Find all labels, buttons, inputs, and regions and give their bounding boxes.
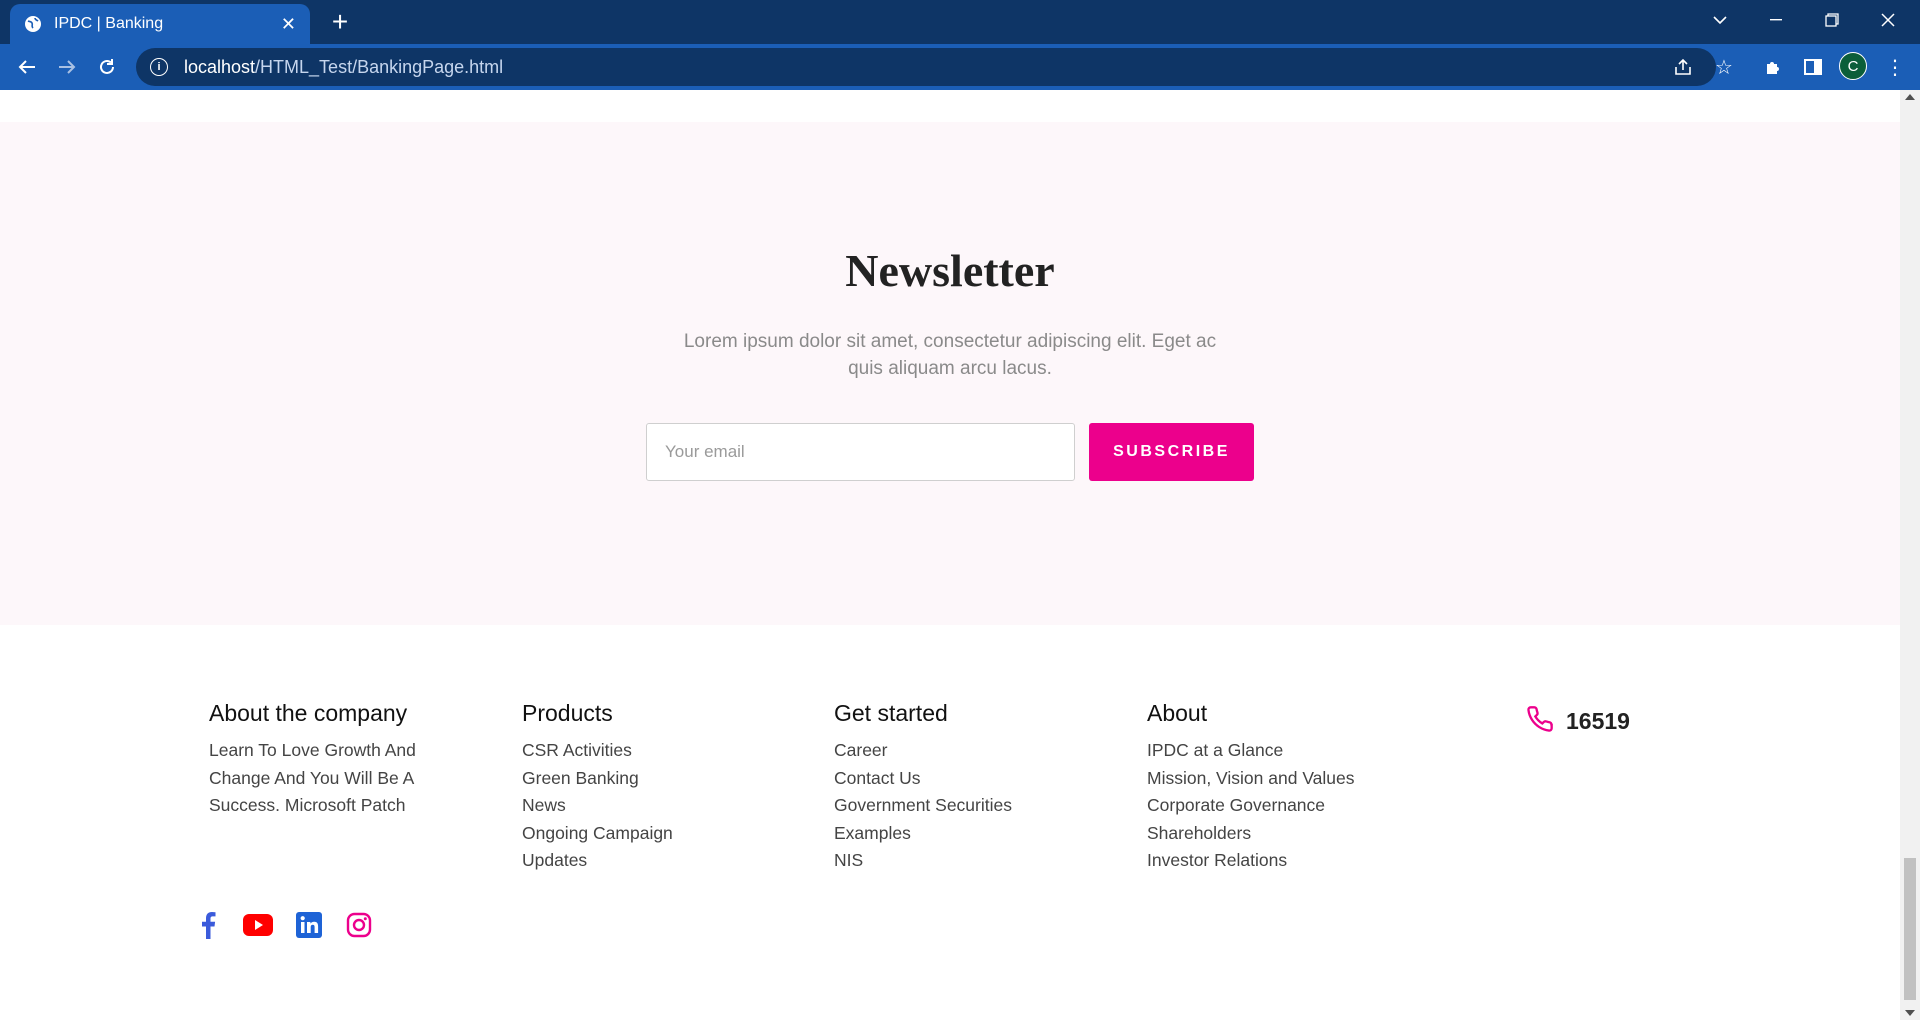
instagram-icon[interactable]	[344, 910, 374, 940]
url-host: localhost	[184, 56, 256, 77]
menu-kebab-icon[interactable]: ⋮	[1880, 52, 1910, 82]
footer-link-green-banking[interactable]: Green Banking	[522, 768, 639, 788]
footer-products: Products CSR Activities Green Banking Ne…	[522, 700, 782, 875]
hotline[interactable]: 16519	[1526, 705, 1630, 738]
browser-tab-bar: IPDC | Banking ✕ +	[0, 0, 1920, 44]
new-tab-button[interactable]: +	[325, 8, 355, 38]
site-info-icon[interactable]: i	[150, 58, 168, 76]
footer-link-shareholders[interactable]: Shareholders	[1147, 823, 1251, 843]
forward-button[interactable]	[52, 52, 82, 82]
scrollbar-thumb[interactable]	[1904, 858, 1916, 1000]
bookmark-star-icon[interactable]: ☆	[1709, 52, 1739, 82]
facebook-icon[interactable]	[193, 910, 223, 940]
page-scrollbar[interactable]	[1900, 90, 1920, 1020]
email-input[interactable]	[646, 423, 1075, 481]
browser-tab[interactable]: IPDC | Banking ✕	[10, 4, 310, 44]
footer-link-updates[interactable]: Updates	[522, 850, 587, 870]
footer-link-career[interactable]: Career	[834, 740, 888, 760]
close-tab-icon[interactable]: ✕	[281, 14, 296, 35]
footer-about: About IPDC at a Glance Mission, Vision a…	[1147, 700, 1427, 875]
footer-get-started: Get started Career Contact Us Government…	[834, 700, 1094, 875]
subscribe-button[interactable]: SUBSCRIBE	[1089, 423, 1254, 481]
footer-link-examples[interactable]: Examples	[834, 823, 911, 843]
back-button[interactable]	[12, 52, 42, 82]
about-company-text: Learn To Love Growth And Change And You …	[209, 740, 416, 815]
footer-link-nis[interactable]: NIS	[834, 850, 863, 870]
profile-avatar[interactable]: C	[1839, 52, 1867, 80]
footer-link-corporate-governance[interactable]: Corporate Governance	[1147, 795, 1325, 815]
footer-link-news[interactable]: News	[522, 795, 566, 815]
footer-about-company: About the company Learn To Love Growth A…	[209, 700, 439, 820]
footer-link-mission-vision-values[interactable]: Mission, Vision and Values	[1147, 768, 1355, 788]
globe-icon	[24, 15, 42, 33]
footer-heading-products: Products	[522, 700, 613, 726]
footer-heading-get-started: Get started	[834, 700, 948, 726]
youtube-icon[interactable]	[243, 910, 273, 940]
newsletter-description: Lorem ipsum dolor sit amet, consectetur …	[683, 331, 1217, 379]
hotline-number: 16519	[1566, 708, 1630, 734]
url-path: /HTML_Test/BankingPage.html	[255, 56, 504, 77]
browser-toolbar: i localhost/HTML_Test/BankingPage.html ☆…	[0, 44, 1920, 90]
address-bar[interactable]: i localhost/HTML_Test/BankingPage.html	[136, 48, 1716, 86]
linkedin-icon[interactable]	[294, 910, 324, 940]
scroll-down-arrow-icon[interactable]	[1905, 1010, 1915, 1016]
scroll-up-arrow-icon[interactable]	[1905, 94, 1915, 100]
footer-link-csr-activities[interactable]: CSR Activities	[522, 740, 632, 760]
share-icon[interactable]	[1668, 52, 1698, 82]
extensions-icon[interactable]	[1758, 52, 1788, 82]
footer-heading-about-company: About the company	[209, 700, 408, 726]
footer-link-ongoing-campaign[interactable]: Ongoing Campaign	[522, 823, 673, 843]
footer-link-government-securities[interactable]: Government Securities	[834, 795, 1012, 815]
newsletter-title: Newsletter	[845, 245, 1055, 296]
footer-link-investor-relations[interactable]: Investor Relations	[1147, 850, 1287, 870]
tab-title: IPDC | Banking	[54, 15, 164, 32]
footer-link-ipdc-at-a-glance[interactable]: IPDC at a Glance	[1147, 740, 1283, 760]
phone-icon	[1526, 705, 1554, 738]
minimize-button[interactable]	[1748, 0, 1804, 40]
footer-heading-about: About	[1147, 700, 1208, 726]
newsletter-section: Newsletter Lorem ipsum dolor sit amet, c…	[0, 122, 1900, 625]
footer-link-contact-us[interactable]: Contact Us	[834, 768, 921, 788]
close-window-button[interactable]	[1860, 0, 1916, 40]
tab-search-icon[interactable]	[1692, 0, 1748, 40]
reload-button[interactable]	[92, 52, 122, 82]
side-panel-icon[interactable]	[1798, 52, 1828, 82]
restore-button[interactable]	[1804, 0, 1860, 40]
